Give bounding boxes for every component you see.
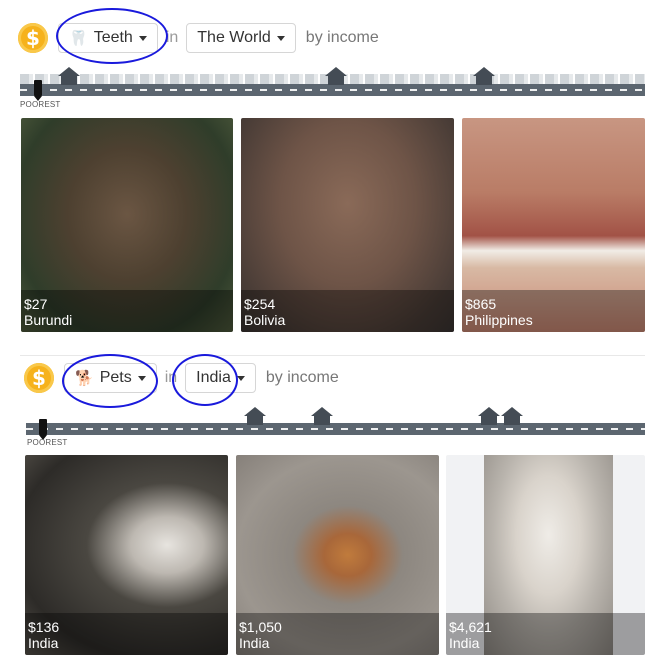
photo-card[interactable]: $1,050 India — [236, 455, 439, 655]
topic-select-button[interactable]: 🐕 Pets — [64, 363, 157, 393]
country-name: Philippines — [465, 312, 533, 328]
house-icon[interactable] — [473, 67, 495, 85]
tooth-icon: 🦷 — [69, 29, 88, 47]
photo-card[interactable]: $136 India — [25, 455, 228, 655]
section2-header: $ 🐕 Pets in India by income — [18, 358, 339, 398]
photo-card[interactable]: $4,621 India — [446, 455, 645, 655]
income-price: $1,050 — [239, 619, 282, 635]
in-label: in — [165, 29, 179, 46]
chevron-down-icon — [236, 375, 245, 381]
chevron-down-icon — [138, 35, 147, 41]
photo-caption: $865 Philippines — [462, 290, 645, 332]
dollar-street-page: $ 🦷 Teeth in The World by income POOREST… — [0, 0, 655, 662]
photo-card[interactable]: $865 Philippines — [462, 118, 645, 332]
income-strip[interactable] — [26, 423, 645, 435]
chevron-down-icon — [137, 375, 146, 381]
photo-caption: $27 Burundi — [21, 290, 233, 332]
income-price: $27 — [24, 296, 48, 312]
photo-caption: $254 Bolivia — [241, 290, 454, 332]
topic-select-label: Teeth — [93, 29, 133, 46]
income-price: $254 — [244, 296, 276, 312]
dollar-coin-icon[interactable]: $ — [18, 23, 48, 53]
photo-caption: $1,050 India — [236, 613, 439, 655]
place-select-label: India — [196, 369, 231, 386]
photo-caption: $136 India — [25, 613, 228, 655]
topic-select-label: Pets — [99, 369, 132, 386]
country-name: India — [449, 635, 480, 651]
dog-icon: 🐕 — [75, 369, 94, 387]
photo-card[interactable]: $254 Bolivia — [241, 118, 454, 332]
poorest-label: POOREST — [27, 438, 68, 447]
country-name: Bolivia — [244, 312, 286, 328]
house-icon[interactable] — [501, 407, 523, 425]
in-label: in — [164, 369, 178, 386]
country-name: India — [28, 635, 59, 651]
income-slider-handle[interactable] — [39, 419, 47, 440]
poorest-label: POOREST — [20, 100, 61, 109]
house-icon[interactable] — [58, 67, 80, 85]
income-price: $865 — [465, 296, 497, 312]
house-icon[interactable] — [244, 407, 266, 425]
house-icon[interactable] — [478, 407, 500, 425]
topic-select-button[interactable]: 🦷 Teeth — [58, 23, 158, 53]
place-select-label: The World — [197, 29, 271, 46]
place-select-button[interactable]: The World — [186, 23, 296, 53]
chevron-down-icon — [276, 35, 285, 41]
house-icon[interactable] — [325, 67, 347, 85]
section-divider — [20, 355, 645, 356]
house-icon[interactable] — [311, 407, 333, 425]
income-price: $4,621 — [449, 619, 492, 635]
income-slider-handle[interactable] — [34, 80, 42, 101]
by-income-label: by income — [305, 29, 379, 46]
income-price: $136 — [28, 619, 60, 635]
section1-header: $ 🦷 Teeth in The World by income — [18, 18, 379, 58]
place-select-button[interactable]: India — [185, 363, 256, 393]
photo-card[interactable]: $27 Burundi — [21, 118, 233, 332]
photo-caption: $4,621 India — [446, 613, 645, 655]
dollar-coin-icon[interactable]: $ — [24, 363, 54, 393]
income-strip[interactable] — [20, 84, 645, 96]
by-income-label: by income — [265, 369, 339, 386]
country-name: Burundi — [24, 312, 73, 328]
country-name: India — [239, 635, 270, 651]
